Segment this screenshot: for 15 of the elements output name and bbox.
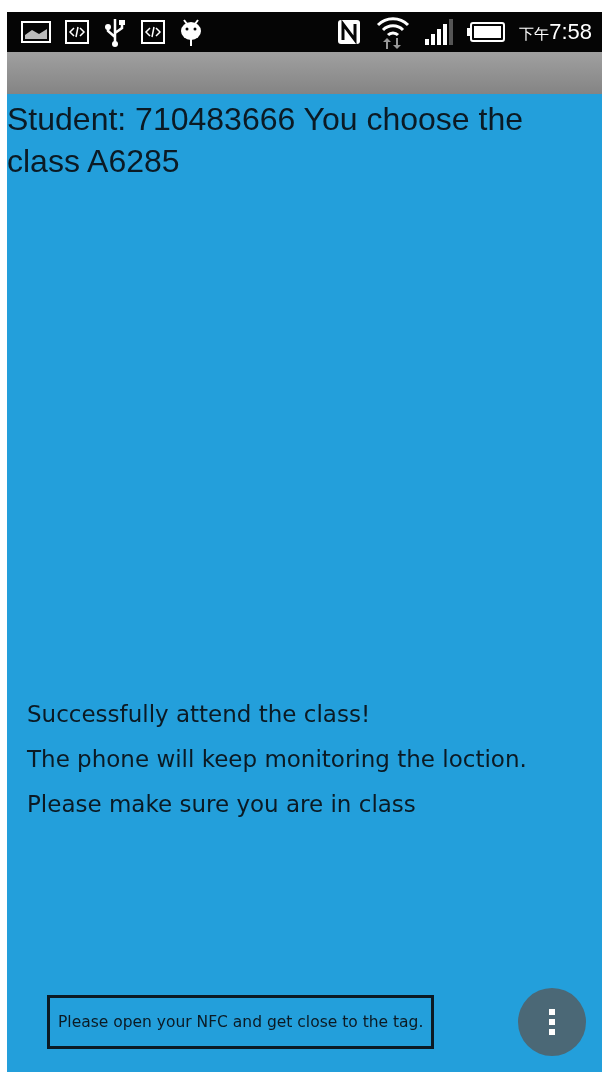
wifi-icon xyxy=(375,15,412,49)
nfc-icon xyxy=(337,19,362,45)
code-icon xyxy=(141,20,165,44)
message-text: Successfully attend the class! xyxy=(27,700,372,729)
signal-icon xyxy=(425,19,454,45)
code-icon xyxy=(65,20,89,44)
image-icon xyxy=(21,21,51,43)
more-icon xyxy=(549,1009,555,1035)
toast-message: Please open your NFC and get close to the tag. xyxy=(47,995,435,1049)
battery-icon xyxy=(467,22,506,42)
status-time: 下午7:58 xyxy=(519,19,592,45)
header-text: Student: 710483666 You choose the class A6285 xyxy=(7,100,525,181)
message-text: The phone will keep monitoring the loction. xyxy=(27,745,528,774)
message-text: Please make sure you are in class xyxy=(27,790,417,819)
usb-icon xyxy=(103,17,127,47)
